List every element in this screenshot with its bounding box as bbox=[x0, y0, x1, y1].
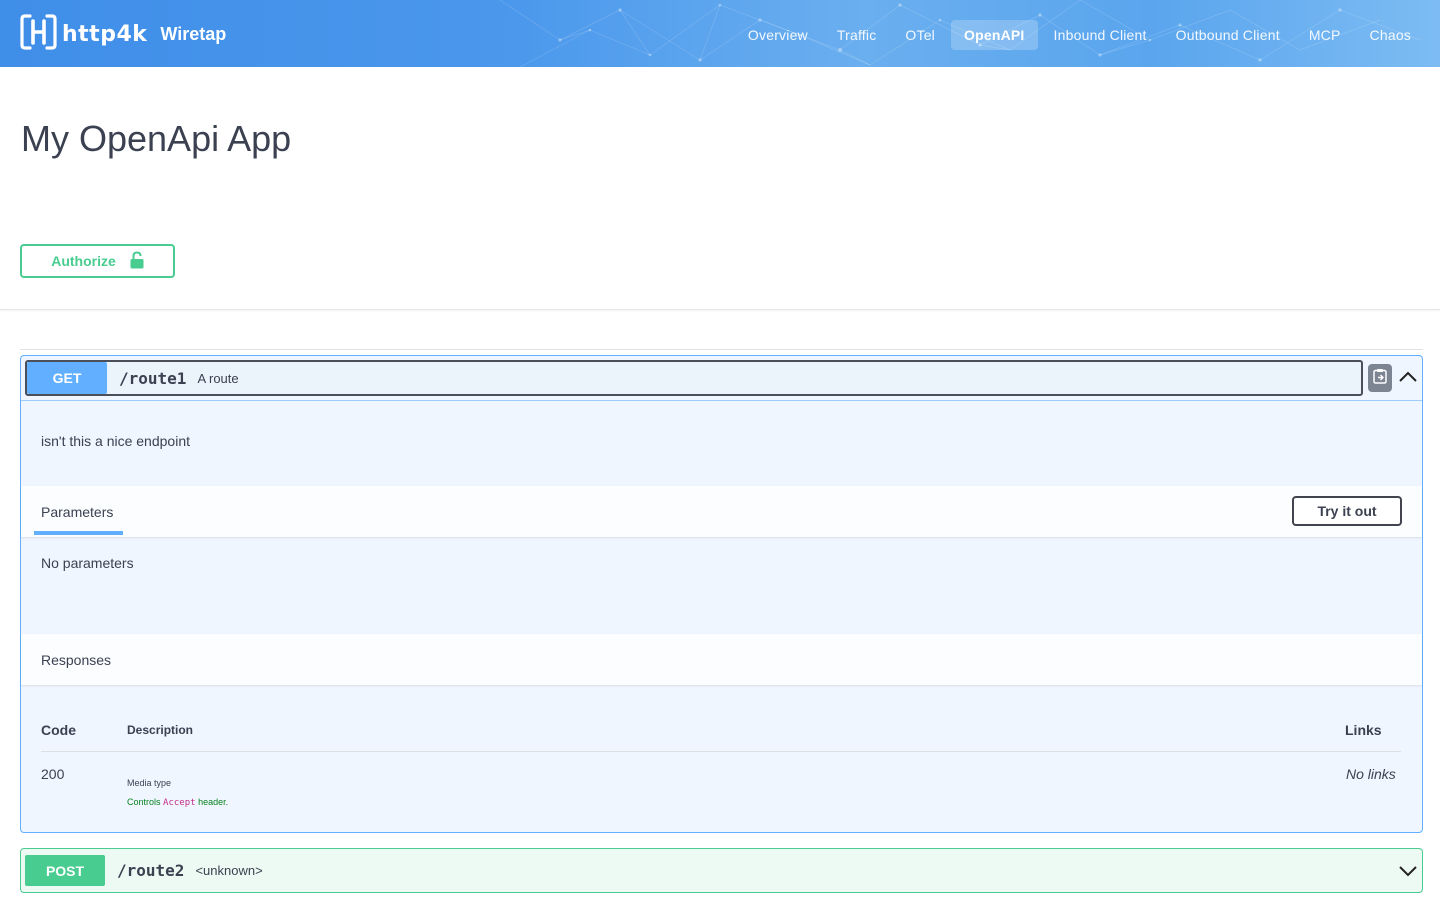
copy-to-clipboard-button[interactable] bbox=[1368, 364, 1392, 392]
tab-active-underline bbox=[34, 531, 123, 535]
nav-outbound-client[interactable]: Outbound Client bbox=[1163, 20, 1293, 50]
brand-subtitle: Wiretap bbox=[160, 23, 227, 44]
tab-parameters[interactable]: Parameters bbox=[41, 504, 113, 520]
authorize-label: Authorize bbox=[51, 253, 116, 269]
nav-mcp[interactable]: MCP bbox=[1296, 20, 1354, 50]
responses-header-description: Description bbox=[127, 723, 194, 737]
responses-title: Responses bbox=[41, 652, 112, 668]
copy-to-clipboard-icon bbox=[1373, 368, 1387, 389]
api-title: My OpenApi App bbox=[21, 118, 292, 159]
chevron-down-icon[interactable] bbox=[1398, 864, 1418, 883]
nav-inbound-client[interactable]: Inbound Client bbox=[1041, 20, 1160, 50]
controls-prefix: Controls bbox=[127, 797, 161, 807]
unlocked-padlock-icon bbox=[116, 250, 144, 272]
response-code: 200 bbox=[41, 766, 65, 782]
method-badge-post: POST bbox=[25, 855, 105, 886]
operation-description: isn't this a nice endpoint bbox=[41, 433, 190, 449]
responses-section-header: Responses bbox=[21, 634, 1422, 685]
response-links: No links bbox=[1346, 766, 1396, 782]
controls-suffix: header. bbox=[198, 797, 229, 807]
nav-openapi[interactable]: OpenAPI bbox=[951, 20, 1038, 50]
method-badge-get: GET bbox=[27, 362, 107, 394]
operation-get-route1: GET /route1 A route isn't this a nice en… bbox=[20, 355, 1423, 833]
accept-header-code: Accept bbox=[163, 798, 196, 808]
responses-header-links: Links bbox=[1345, 722, 1382, 738]
operation-summary-text: A route bbox=[197, 370, 239, 386]
operation-path: /route2 bbox=[117, 861, 185, 880]
brand-name: http4k bbox=[62, 21, 148, 47]
operation-summary[interactable]: POST /route2 <unknown> bbox=[25, 853, 1385, 888]
operation-summary[interactable]: GET /route1 A route bbox=[25, 360, 1363, 396]
media-type-label: Media type bbox=[127, 778, 172, 788]
parameters-section-header: Parameters Try it out bbox=[21, 486, 1422, 537]
no-parameters-text: No parameters bbox=[41, 555, 134, 571]
nav-traffic[interactable]: Traffic bbox=[824, 20, 890, 50]
operation-summary-text: <unknown> bbox=[195, 863, 263, 878]
nav-chaos[interactable]: Chaos bbox=[1357, 20, 1424, 50]
operation-post-route2[interactable]: POST /route2 <unknown> bbox=[20, 848, 1423, 893]
responses-header-code: Code bbox=[41, 722, 76, 738]
chevron-up-icon[interactable] bbox=[1398, 370, 1418, 389]
main-nav: Overview Traffic OTel OpenAPI Inbound Cl… bbox=[732, 20, 1424, 50]
summary-separator bbox=[21, 400, 1422, 401]
controls-accept-note: Controls Accept header. bbox=[127, 797, 228, 808]
responses-header-divider bbox=[41, 751, 1401, 752]
tag-section-divider bbox=[20, 349, 1423, 350]
brand[interactable]: http4k Wiretap bbox=[20, 13, 227, 56]
nav-overview[interactable]: Overview bbox=[735, 20, 821, 50]
operation-path: /route1 bbox=[119, 368, 187, 388]
nav-otel[interactable]: OTel bbox=[892, 20, 948, 50]
try-it-out-button[interactable]: Try it out bbox=[1292, 496, 1402, 526]
top-navigation-bar: http4k Wiretap Overview Traffic OTel Ope… bbox=[0, 0, 1440, 67]
authorize-button[interactable]: Authorize bbox=[20, 244, 175, 278]
http4k-logo-icon bbox=[20, 13, 57, 56]
scheme-container-divider bbox=[0, 309, 1440, 310]
